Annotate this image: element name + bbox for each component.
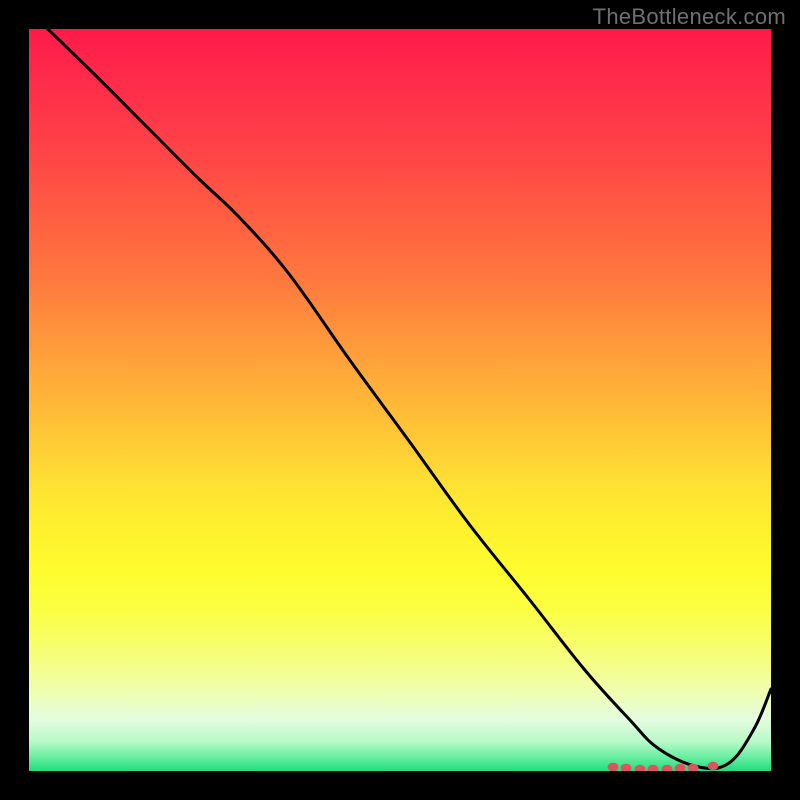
watermark-text: TheBottleneck.com [593, 4, 786, 30]
chart-frame: TheBottleneck.com [0, 0, 800, 800]
plot-area [29, 29, 771, 771]
trough-markers [29, 29, 771, 771]
